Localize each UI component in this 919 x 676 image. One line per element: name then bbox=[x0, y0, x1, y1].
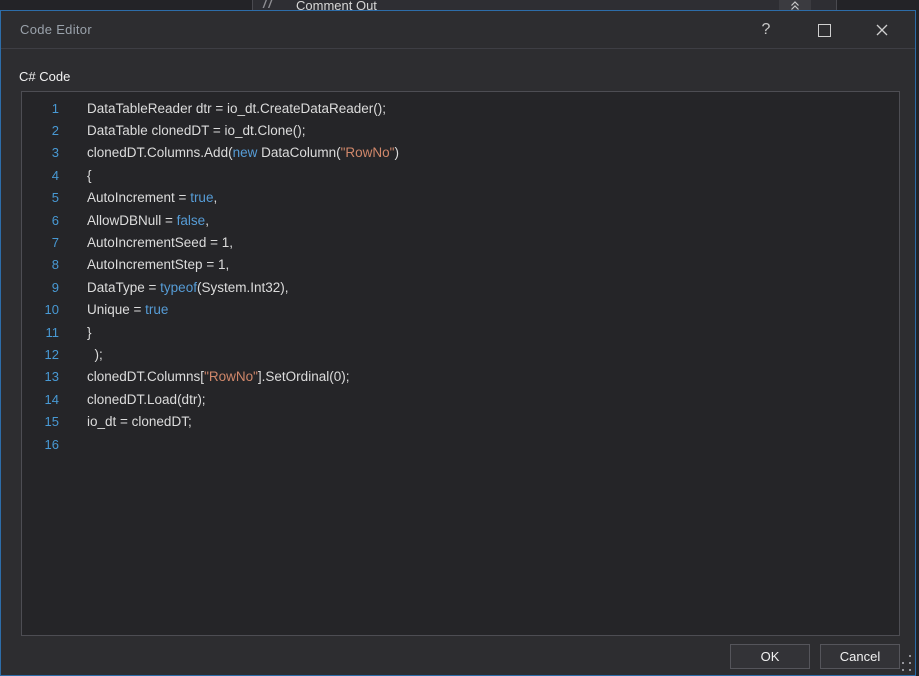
code-token: DataTableReader dtr = io_dt.CreateDataRe… bbox=[87, 101, 386, 116]
code-line[interactable]: 12 ); bbox=[22, 343, 899, 365]
code-token: true bbox=[190, 190, 213, 205]
code-text: io_dt = clonedDT; bbox=[87, 414, 192, 429]
line-number: 8 bbox=[22, 257, 59, 272]
code-token: "RowNo" bbox=[341, 145, 395, 160]
code-token: DataColumn( bbox=[257, 145, 340, 160]
code-token: clonedDT.Columns[ bbox=[87, 369, 204, 384]
code-line[interactable]: 1 DataTableReader dtr = io_dt.CreateDataR… bbox=[22, 97, 899, 119]
help-icon: ? bbox=[762, 21, 771, 39]
line-number: 13 bbox=[22, 369, 59, 384]
code-token: clonedDT.Load(dtr); bbox=[87, 392, 206, 407]
menu-item-comment-out[interactable]: Comment Out bbox=[296, 0, 377, 10]
code-token: AutoIncrementSeed = 1, bbox=[87, 235, 233, 250]
code-token: io_dt = clonedDT; bbox=[87, 414, 192, 429]
resize-grip[interactable] bbox=[899, 655, 912, 672]
code-token: ) bbox=[394, 145, 399, 160]
code-text: ); bbox=[87, 347, 103, 362]
code-token: clonedDT.Columns.Add( bbox=[87, 145, 233, 160]
code-line[interactable]: 6 AllowDBNull = false, bbox=[22, 209, 899, 231]
code-line[interactable]: 16 bbox=[22, 433, 899, 455]
code-text: AllowDBNull = false, bbox=[87, 213, 209, 228]
close-button[interactable] bbox=[867, 15, 897, 45]
close-icon bbox=[875, 23, 889, 37]
code-token: true bbox=[145, 302, 168, 317]
line-number: 16 bbox=[22, 437, 59, 452]
code-line[interactable]: 9 DataType = typeof(System.Int32), bbox=[22, 276, 899, 298]
code-token: AllowDBNull = bbox=[87, 213, 177, 228]
line-number: 10 bbox=[22, 302, 59, 317]
line-number: 3 bbox=[22, 145, 59, 160]
code-token: false bbox=[177, 213, 206, 228]
code-token: Unique = bbox=[87, 302, 145, 317]
code-token: } bbox=[87, 325, 92, 340]
window-controls: ? bbox=[751, 11, 897, 49]
code-line[interactable]: 11} bbox=[22, 321, 899, 343]
line-number: 15 bbox=[22, 414, 59, 429]
maximize-icon bbox=[818, 24, 831, 37]
code-token: AutoIncrementStep = 1, bbox=[87, 257, 229, 272]
code-text: } bbox=[87, 325, 92, 340]
code-token: typeof bbox=[160, 280, 197, 295]
code-text: DataTable clonedDT = io_dt.Clone(); bbox=[87, 123, 306, 138]
collapse-button[interactable] bbox=[779, 0, 811, 10]
background-window-strip: // Comment Out bbox=[0, 0, 919, 10]
line-number: 7 bbox=[22, 235, 59, 250]
code-text: AutoIncrement = true, bbox=[87, 190, 217, 205]
ok-button[interactable]: OK bbox=[730, 644, 810, 669]
line-number: 14 bbox=[22, 392, 59, 407]
line-number: 6 bbox=[22, 213, 59, 228]
code-line[interactable]: 5 AutoIncrement = true, bbox=[22, 187, 899, 209]
line-number: 4 bbox=[22, 168, 59, 183]
code-token: DataTable clonedDT = io_dt.Clone(); bbox=[87, 123, 306, 138]
line-number: 2 bbox=[22, 123, 59, 138]
code-token: AutoIncrement = bbox=[87, 190, 190, 205]
code-line[interactable]: 8 AutoIncrementStep = 1, bbox=[22, 254, 899, 276]
code-token: DataType = bbox=[87, 280, 160, 295]
cancel-button[interactable]: Cancel bbox=[820, 644, 900, 669]
code-text: { bbox=[87, 168, 92, 183]
code-token: (System.Int32), bbox=[197, 280, 289, 295]
line-number: 5 bbox=[22, 190, 59, 205]
dialog-footer: OK Cancel bbox=[730, 644, 900, 669]
code-line[interactable]: 13 clonedDT.Columns["RowNo"].SetOrdinal(0… bbox=[22, 366, 899, 388]
comment-out-icon: // bbox=[263, 0, 274, 10]
line-number: 1 bbox=[22, 101, 59, 116]
code-line[interactable]: 15 io_dt = clonedDT; bbox=[22, 410, 899, 432]
line-number: 9 bbox=[22, 280, 59, 295]
code-token: { bbox=[87, 168, 92, 183]
help-button[interactable]: ? bbox=[751, 15, 781, 45]
code-text: DataTableReader dtr = io_dt.CreateDataRe… bbox=[87, 101, 386, 116]
code-line[interactable]: 7 AutoIncrementSeed = 1, bbox=[22, 231, 899, 253]
code-line[interactable]: 4{ bbox=[22, 164, 899, 186]
code-token: "RowNo" bbox=[204, 369, 258, 384]
menu-divider bbox=[252, 0, 253, 10]
code-editor[interactable]: 1 DataTableReader dtr = io_dt.CreateDataR… bbox=[21, 91, 900, 636]
code-text: clonedDT.Columns.Add(new DataColumn("Row… bbox=[87, 145, 399, 160]
double-chevron-up-icon bbox=[789, 0, 801, 10]
code-text: DataType = typeof(System.Int32), bbox=[87, 280, 288, 295]
code-text: AutoIncrementSeed = 1, bbox=[87, 235, 233, 250]
code-line[interactable]: 14 clonedDT.Load(dtr); bbox=[22, 388, 899, 410]
code-line[interactable]: 2 DataTable clonedDT = io_dt.Clone(); bbox=[22, 119, 899, 141]
code-text: clonedDT.Load(dtr); bbox=[87, 392, 206, 407]
code-token: , bbox=[213, 190, 217, 205]
code-token: ); bbox=[87, 347, 103, 362]
code-line[interactable]: 10 Unique = true bbox=[22, 299, 899, 321]
code-token: ].SetOrdinal(0); bbox=[258, 369, 350, 384]
code-section-label: C# Code bbox=[19, 69, 70, 84]
code-text: clonedDT.Columns["RowNo"].SetOrdinal(0); bbox=[87, 369, 349, 384]
menu-divider bbox=[836, 0, 837, 10]
code-token: , bbox=[205, 213, 209, 228]
maximize-button[interactable] bbox=[809, 15, 839, 45]
code-line[interactable]: 3 clonedDT.Columns.Add(new DataColumn("Ro… bbox=[22, 142, 899, 164]
code-editor-dialog: Code Editor ? C# Code 1 DataTableReader d… bbox=[0, 10, 916, 676]
code-text: AutoIncrementStep = 1, bbox=[87, 257, 229, 272]
dialog-titlebar[interactable]: Code Editor ? bbox=[1, 11, 915, 49]
line-number: 11 bbox=[22, 325, 59, 340]
code-text: Unique = true bbox=[87, 302, 168, 317]
code-token: new bbox=[233, 145, 258, 160]
dialog-title: Code Editor bbox=[20, 22, 92, 37]
line-number: 12 bbox=[22, 347, 59, 362]
